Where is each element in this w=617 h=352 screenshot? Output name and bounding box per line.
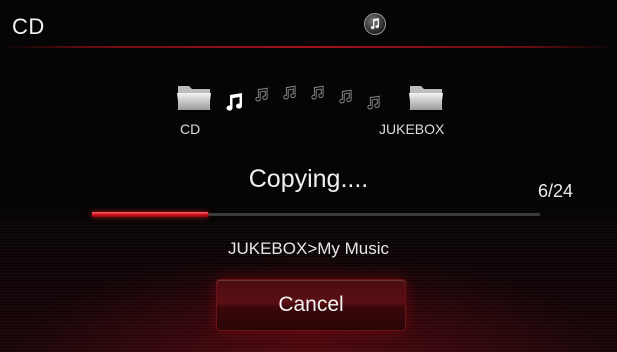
music-note-icon (311, 85, 324, 100)
music-note-icon (364, 13, 386, 35)
music-note-icon (339, 89, 352, 104)
folder-icon (176, 82, 212, 112)
transfer-notes (224, 84, 394, 114)
cancel-button[interactable]: Cancel (216, 279, 406, 331)
music-note-icon (226, 93, 243, 111)
folder-icon (408, 82, 444, 112)
source-label: CD (12, 14, 45, 39)
header-divider (0, 46, 617, 48)
source-folder-label: CD (180, 121, 201, 137)
track-counter: 6/24 (538, 181, 574, 201)
progress-bar (92, 212, 540, 217)
header-bar: CD (0, 0, 617, 48)
destination-folder-label: JUKEBOX (379, 121, 445, 137)
music-note-icon (255, 87, 268, 102)
copy-status-text: Copying.... (248, 165, 369, 193)
music-note-icon (367, 95, 380, 110)
cancel-button-label: Cancel (278, 293, 344, 316)
music-note-icon (283, 85, 296, 100)
copy-screen: CD CD JUKEBOX Copying.... 6/24 JUKEBOX>M… (0, 0, 617, 352)
progress-fill (92, 212, 209, 217)
destination-path: JUKEBOX>My Music (227, 239, 390, 258)
